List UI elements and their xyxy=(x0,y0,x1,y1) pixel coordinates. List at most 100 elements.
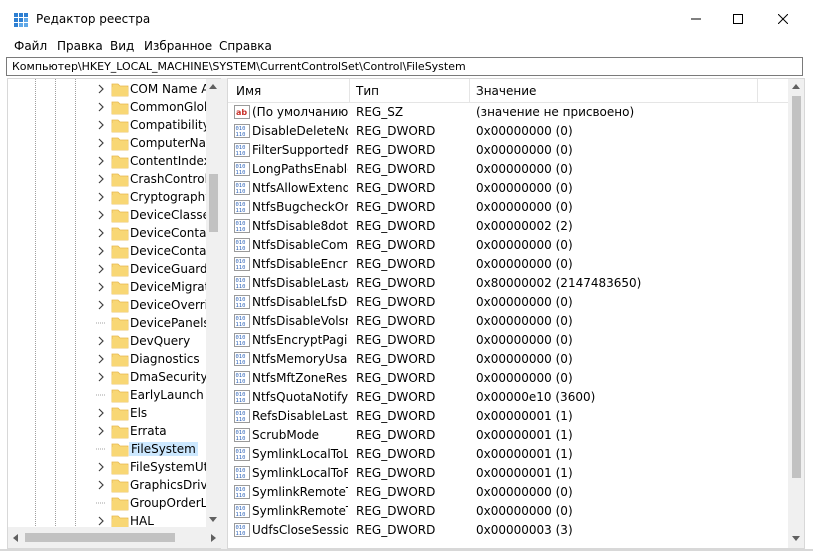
menu-edit[interactable]: Правка xyxy=(57,39,103,53)
tree-item[interactable]: DeviceContainerPropertyUpdateEvents xyxy=(8,224,208,242)
tree-vertical-scrollbar[interactable] xyxy=(206,79,221,527)
key-tree-pane[interactable]: COM Name Arbiter CommonGlobUserSettings Co… xyxy=(7,78,221,549)
tree-item[interactable]: Diagnostics xyxy=(8,350,208,368)
address-bar[interactable]: Компьютер\HKEY_LOCAL_MACHINE\SYSTEM\Curr… xyxy=(6,57,803,76)
value-row[interactable]: 010110RefsDisableLastAccessUpdate REG_DWO… xyxy=(228,407,788,426)
chevron-right-icon[interactable] xyxy=(96,462,106,472)
scroll-up-icon[interactable] xyxy=(209,84,217,89)
value-row[interactable]: 010110SymlinkRemoteToRemoteEvaluation REG… xyxy=(228,502,788,521)
chevron-right-icon[interactable] xyxy=(96,300,106,310)
tree-horizontal-scrollbar[interactable] xyxy=(8,527,221,548)
value-row[interactable]: 010110NtfsDisableLfsDowngrade REG_DWORD 0x… xyxy=(228,293,788,312)
tree-item[interactable]: Cryptography xyxy=(8,188,208,206)
string-value-icon: ab xyxy=(234,105,250,119)
maximize-button[interactable] xyxy=(715,0,761,38)
folder-icon xyxy=(111,335,129,349)
chevron-right-icon[interactable] xyxy=(96,138,106,148)
tree-item[interactable]: ContentIndex xyxy=(8,152,208,170)
value-row[interactable]: 010 110 ScrubMode REG_DWORD 0x00000001 (1) xyxy=(228,426,788,445)
tree-item[interactable]: DeviceOverrides xyxy=(8,296,208,314)
value-row[interactable]: 010110SymlinkLocalToLocalEvaluation REG_D… xyxy=(228,445,788,464)
minimize-button[interactable] xyxy=(673,0,719,38)
value-row[interactable]: 010110SymlinkRemoteToLocalEvaluation REG_… xyxy=(228,483,788,502)
tree-item[interactable]: FileSystemUtilities xyxy=(8,458,208,476)
scroll-left-icon[interactable] xyxy=(13,534,18,542)
chevron-right-icon[interactable] xyxy=(96,192,106,202)
value-row[interactable]: 010110FilterSupportedFeaturesMode REG_DWO… xyxy=(228,141,788,160)
tree-item[interactable]: GraphicsDrivers xyxy=(8,476,208,494)
column-header-type[interactable]: Тип xyxy=(356,84,379,98)
chevron-right-icon[interactable] xyxy=(96,282,106,292)
values-list-pane[interactable]: Имя Тип Значение ab (По умолчанию) REG_SZ (… xyxy=(227,78,805,549)
tree-item[interactable]: DevicePanels xyxy=(8,314,208,332)
column-header-name[interactable]: Имя xyxy=(236,84,261,98)
scroll-down-icon[interactable] xyxy=(209,517,217,522)
tree-item[interactable]: DeviceGuard xyxy=(8,260,208,278)
close-button[interactable] xyxy=(760,0,806,38)
value-row[interactable]: 010110SymlinkLocalToRemoteEvaluation REG_… xyxy=(228,464,788,483)
value-row[interactable]: ab (По умолчанию) REG_SZ (значение не присв… xyxy=(228,103,788,122)
tree-item[interactable]: GroupOrderList xyxy=(8,494,208,512)
menu-help[interactable]: Справка xyxy=(219,39,272,53)
menu-view[interactable]: Вид xyxy=(110,39,134,53)
chevron-right-icon[interactable] xyxy=(96,372,106,382)
tree-item[interactable]: COM Name Arbiter xyxy=(8,80,208,98)
column-header-data[interactable]: Значение xyxy=(476,84,536,98)
value-row[interactable]: 010110NtfsDisableLastAccessUpdate REG_DWO… xyxy=(228,274,788,293)
chevron-right-icon[interactable] xyxy=(96,480,106,490)
chevron-right-icon[interactable] xyxy=(96,336,106,346)
scroll-down-icon[interactable] xyxy=(792,536,800,541)
chevron-right-icon[interactable] xyxy=(96,156,106,166)
value-row[interactable]: 010110NtfsDisable8dot3NameCreation REG_DW… xyxy=(228,217,788,236)
chevron-right-icon[interactable] xyxy=(96,102,106,112)
value-row[interactable]: 010110NtfsDisableEncryption REG_DWORD 0x00… xyxy=(228,255,788,274)
chevron-right-icon[interactable] xyxy=(96,246,106,256)
value-row[interactable]: 010110NtfsDisableCompression REG_DWORD 0x0… xyxy=(228,236,788,255)
tree-item[interactable]: DevQuery xyxy=(8,332,208,350)
column-separator[interactable] xyxy=(757,79,758,102)
chevron-right-icon[interactable] xyxy=(96,354,106,364)
chevron-right-icon[interactable] xyxy=(96,426,106,436)
tree-item[interactable]: DeviceMigration xyxy=(8,278,208,296)
scroll-right-icon[interactable] xyxy=(211,534,216,542)
chevron-right-icon[interactable] xyxy=(96,174,106,184)
tree-item[interactable]: CrashControl xyxy=(8,170,208,188)
tree-item[interactable]: DeviceContainers xyxy=(8,242,208,260)
chevron-right-icon[interactable] xyxy=(96,210,106,220)
value-row[interactable]: 010110NtfsMftZoneReservation REG_DWORD 0x0… xyxy=(228,369,788,388)
tree-item[interactable]: FileSystem xyxy=(8,440,208,458)
chevron-right-icon[interactable] xyxy=(96,264,106,274)
value-row[interactable]: 010110DisableDeleteNotification REG_DWORD… xyxy=(228,122,788,141)
tree-item[interactable]: Els xyxy=(8,404,208,422)
value-row[interactable]: 010110NtfsDisableVolsnapHints REG_DWORD 0x… xyxy=(228,312,788,331)
value-row[interactable]: 010110NtfsMemoryUsage REG_DWORD 0x00000000… xyxy=(228,350,788,369)
tree-scroll-thumb[interactable] xyxy=(209,174,218,232)
chevron-right-icon[interactable] xyxy=(96,120,106,130)
value-data: 0x00000000 (0) xyxy=(476,295,573,309)
tree-item[interactable]: EarlyLaunch xyxy=(8,386,208,404)
menu-file[interactable]: Файл xyxy=(14,39,47,53)
scroll-up-icon[interactable] xyxy=(792,84,800,89)
tree-item[interactable]: ComputerName xyxy=(8,134,208,152)
tree-hscroll-thumb[interactable] xyxy=(25,533,175,542)
menu-favorites[interactable]: Избранное xyxy=(144,39,212,53)
value-row[interactable]: 010110NtfsAllowExtendedCharacter8dot3Ren… xyxy=(228,179,788,198)
value-row[interactable]: 010110UdfsCloseSessionOnEject REG_DWORD 0x… xyxy=(228,521,788,540)
tree-item[interactable]: Compatibility xyxy=(8,116,208,134)
tree-item[interactable]: DeviceClasses xyxy=(8,206,208,224)
value-row[interactable]: 010110NtfsEncryptPagingFile REG_DWORD 0x00… xyxy=(228,331,788,350)
column-separator[interactable] xyxy=(349,79,350,102)
chevron-right-icon[interactable] xyxy=(96,408,106,418)
tree-item[interactable]: DmaSecurity xyxy=(8,368,208,386)
chevron-right-icon[interactable] xyxy=(96,84,106,94)
chevron-right-icon[interactable] xyxy=(96,516,106,526)
value-row[interactable]: 010110NtfsBugcheckOnCorrupt REG_DWORD 0x00… xyxy=(228,198,788,217)
chevron-right-icon[interactable] xyxy=(96,228,106,238)
tree-item[interactable]: Errata xyxy=(8,422,208,440)
value-row[interactable]: 010110LongPathsEnabled REG_DWORD 0x0000000… xyxy=(228,160,788,179)
column-separator[interactable] xyxy=(469,79,470,102)
tree-item[interactable]: CommonGlobUserSettings xyxy=(8,98,208,116)
title-bar[interactable]: Редактор реестра xyxy=(0,0,813,38)
list-scroll-thumb[interactable] xyxy=(792,96,801,478)
value-row[interactable]: 010110NtfsQuotaNotifyRate REG_DWORD 0x0000… xyxy=(228,388,788,407)
